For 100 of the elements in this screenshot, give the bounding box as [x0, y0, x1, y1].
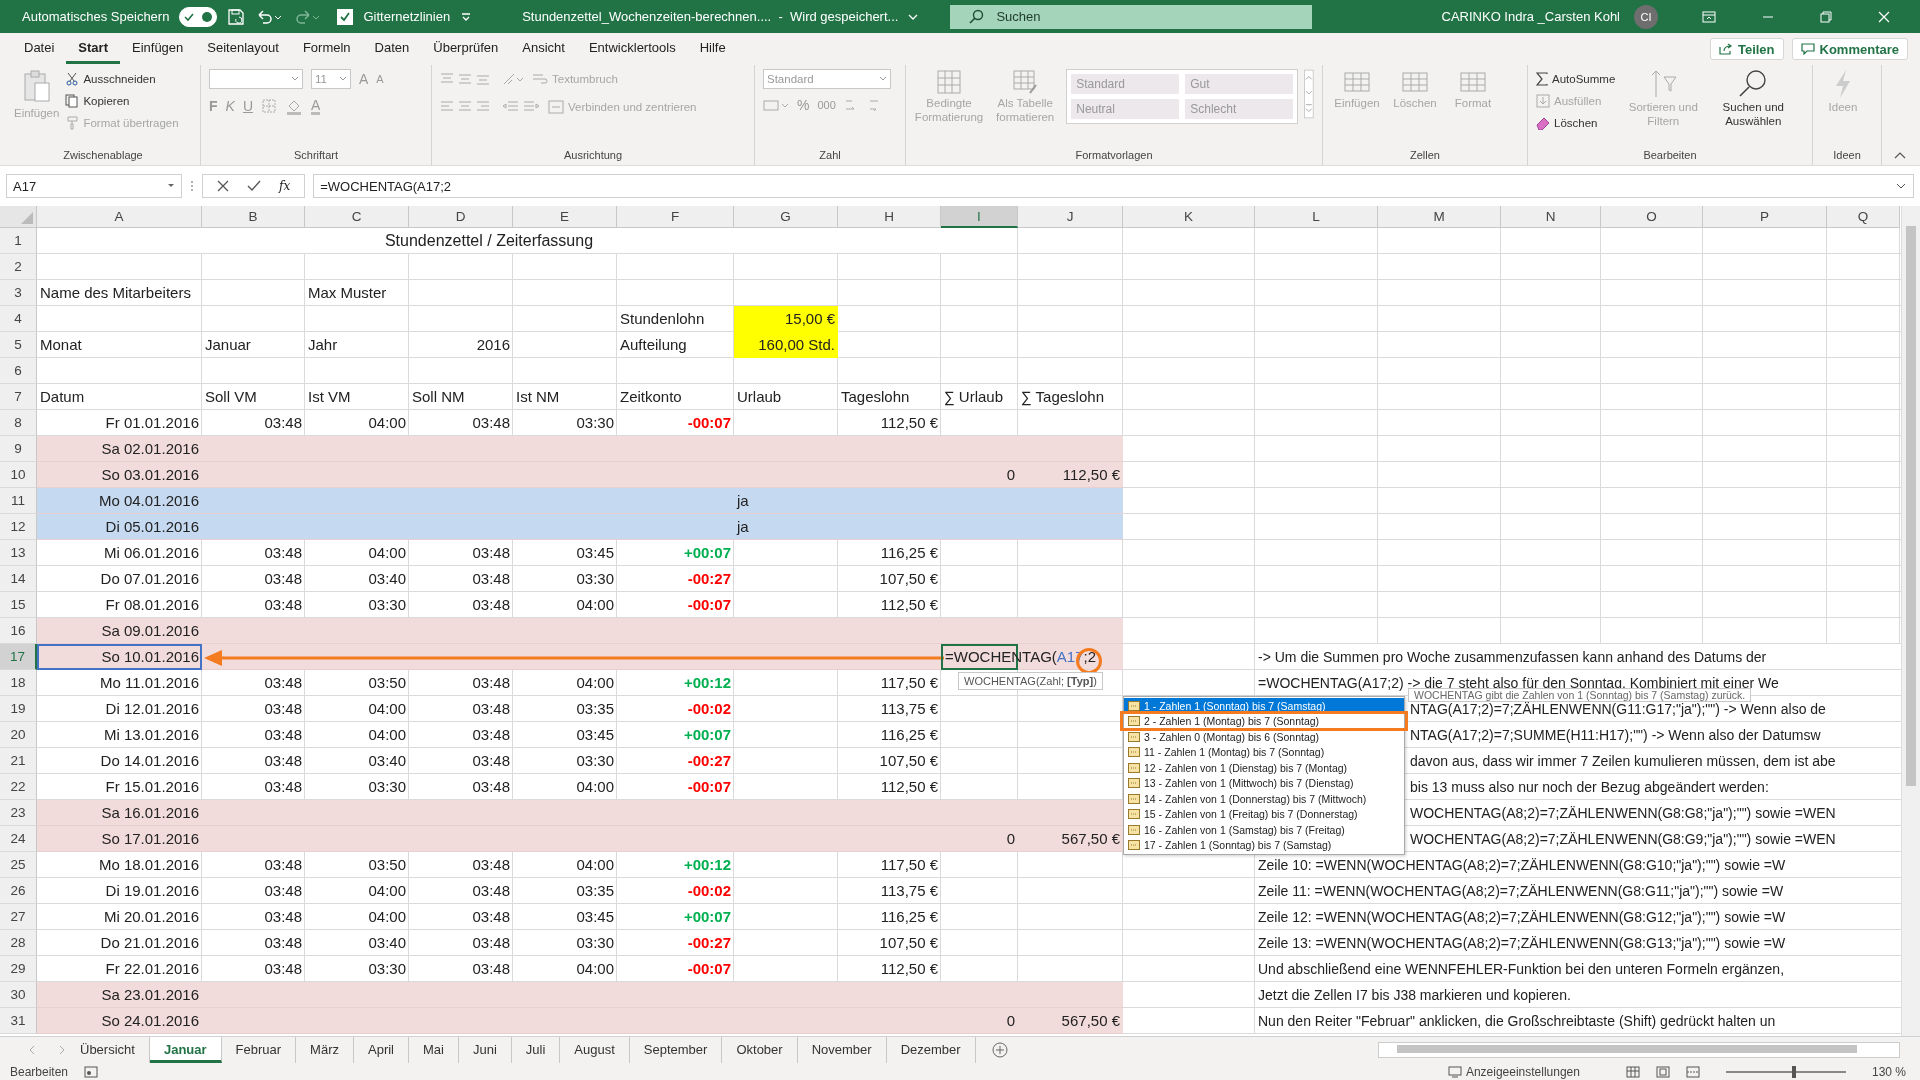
caret-icon[interactable] [908, 12, 919, 21]
column-header[interactable]: K [1123, 206, 1255, 228]
column-header[interactable]: L [1255, 206, 1378, 228]
column-header[interactable]: A [37, 206, 202, 228]
row-header[interactable]: 26 [0, 878, 37, 904]
column-header[interactable]: B [202, 206, 305, 228]
formula-field[interactable]: =WOCHENTAG(A17;2 [313, 174, 1914, 198]
row-header[interactable]: 21 [0, 748, 37, 774]
row-header[interactable]: 16 [0, 618, 37, 644]
normal-view-icon[interactable] [1625, 1065, 1640, 1078]
menu-tab[interactable]: Ansicht [510, 34, 577, 64]
row-header[interactable]: 20 [0, 722, 37, 748]
row-header[interactable]: 24 [0, 826, 37, 852]
column-header[interactable]: I [941, 206, 1018, 228]
row-header[interactable]: 23 [0, 800, 37, 826]
font-name-field[interactable] [209, 69, 303, 89]
ribbon-display-icon[interactable] [1702, 10, 1716, 23]
zoom-slider[interactable] [1725, 1065, 1846, 1078]
column-header[interactable]: N [1501, 206, 1601, 228]
column-header[interactable]: C [305, 206, 409, 228]
row-header[interactable]: 27 [0, 904, 37, 930]
find-select-button[interactable]: Suchen und Auswählen [1711, 69, 1796, 129]
row-header[interactable]: 6 [0, 358, 37, 384]
display-settings-button[interactable]: Anzeigeeinstellungen [1447, 1064, 1580, 1079]
menu-tab[interactable]: Entwicklertools [576, 34, 688, 64]
currency-icon[interactable] [763, 98, 789, 112]
gridlines-checkbox[interactable] [337, 8, 354, 25]
row-header[interactable]: 22 [0, 774, 37, 800]
autocomplete-option[interactable]: 12 - Zahlen von 1 (Dienstag) bis 7 (Montag) [1124, 760, 1404, 776]
restore-icon[interactable] [1820, 10, 1832, 23]
menu-tab[interactable]: Formeln [290, 34, 363, 64]
row-header[interactable]: 12 [0, 514, 37, 540]
menu-tab[interactable]: Überprüfen [421, 34, 511, 64]
gallery-scroll-icon[interactable] [1304, 69, 1314, 119]
autocomplete-option[interactable]: 16 - Zahlen von 1 (Samstag) bis 7 (Freitag) [1124, 822, 1404, 838]
horizontal-scrollbar[interactable] [1378, 1042, 1900, 1058]
row-header[interactable]: 18 [0, 670, 37, 696]
row-header[interactable]: 10 [0, 462, 37, 488]
close-icon[interactable] [1878, 10, 1890, 23]
confirm-icon[interactable] [247, 180, 261, 192]
next-sheet-icon[interactable] [58, 1045, 66, 1055]
column-header[interactable]: P [1703, 206, 1827, 228]
column-header[interactable]: G [734, 206, 838, 228]
row-header[interactable]: 2 [0, 254, 37, 280]
name-box[interactable]: A17 [6, 174, 182, 198]
redo-icon[interactable] [293, 7, 322, 26]
vertical-scrollbar[interactable] [1901, 206, 1920, 1036]
column-header[interactable]: H [838, 206, 941, 228]
save-icon[interactable] [227, 7, 246, 26]
column-header[interactable]: F [617, 206, 734, 228]
zoom-level[interactable]: 130 % [1871, 1064, 1906, 1079]
autosave-toggle[interactable] [179, 6, 218, 27]
autocomplete-option[interactable]: 11 - Zahlen 1 (Montag) bis 7 (Sonntag) [1124, 744, 1404, 760]
previous-sheet-icon[interactable] [28, 1045, 36, 1055]
menu-tab[interactable]: Datei [12, 34, 67, 64]
clear-button[interactable]: Löschen [1536, 113, 1616, 133]
expand-icon[interactable] [1896, 183, 1906, 189]
row-header[interactable]: 25 [0, 852, 37, 878]
search-field[interactable]: Suchen [950, 4, 1313, 29]
menu-tab[interactable]: Seitenlayout [195, 34, 291, 64]
orientation-icon[interactable] [502, 72, 524, 86]
user-avatar[interactable]: CI [1634, 4, 1658, 29]
autocomplete-option[interactable]: 14 - Zahlen von 1 (Donnerstag) bis 7 (Mittwoch) [1124, 791, 1404, 807]
cancel-icon[interactable] [217, 180, 229, 192]
row-header[interactable]: 11 [0, 488, 37, 514]
copy-button[interactable]: Kopieren [65, 91, 179, 111]
row-header[interactable]: 1 [0, 228, 37, 254]
column-header[interactable]: Q [1827, 206, 1900, 228]
row-header[interactable]: 4 [0, 306, 37, 332]
page-layout-icon[interactable] [1655, 1065, 1670, 1078]
row-header[interactable]: 29 [0, 956, 37, 982]
row-header[interactable]: 14 [0, 566, 37, 592]
row-header[interactable]: 3 [0, 280, 37, 306]
row-header[interactable]: 19 [0, 696, 37, 722]
share-button[interactable]: Teilen [1709, 38, 1784, 60]
row-header[interactable]: 7 [0, 384, 37, 410]
autocomplete-option[interactable]: 2 - Zahlen 1 (Montag) bis 7 (Sonntag) [1124, 713, 1404, 729]
column-header[interactable]: M [1378, 206, 1501, 228]
insert-function-button[interactable]: fx [279, 179, 291, 193]
drag-handle-icon[interactable] [190, 179, 194, 193]
column-header[interactable]: O [1601, 206, 1703, 228]
row-header[interactable]: 15 [0, 592, 37, 618]
cut-button[interactable]: Ausschneiden [65, 69, 179, 89]
autocomplete-option[interactable]: 15 - Zahlen von 1 (Freitag) bis 7 (Donnerstag) [1124, 806, 1404, 822]
comments-button[interactable]: Kommentare [1791, 38, 1908, 60]
column-header[interactable]: J [1018, 206, 1123, 228]
autocomplete-option[interactable]: 3 - Zahlen 0 (Montag) bis 6 (Sonntag) [1124, 729, 1404, 745]
column-header[interactable]: D [409, 206, 513, 228]
undo-icon[interactable] [255, 7, 284, 26]
row-header[interactable]: 17 [0, 644, 37, 670]
page-break-icon[interactable] [1685, 1065, 1700, 1078]
autocomplete-option[interactable]: 13 - Zahlen von 1 (Mittwoch) bis 7 (Dienstag) [1124, 775, 1404, 791]
row-header[interactable]: 9 [0, 436, 37, 462]
macro-recording-icon[interactable] [84, 1065, 99, 1078]
row-header[interactable]: 28 [0, 930, 37, 956]
collapse-ribbon-icon[interactable] [1894, 151, 1906, 159]
autosum-button[interactable]: AutoSumme [1536, 69, 1616, 89]
menu-tab[interactable]: Hilfe [687, 34, 738, 64]
column-header[interactable]: E [513, 206, 617, 228]
row-header[interactable]: 5 [0, 332, 37, 358]
